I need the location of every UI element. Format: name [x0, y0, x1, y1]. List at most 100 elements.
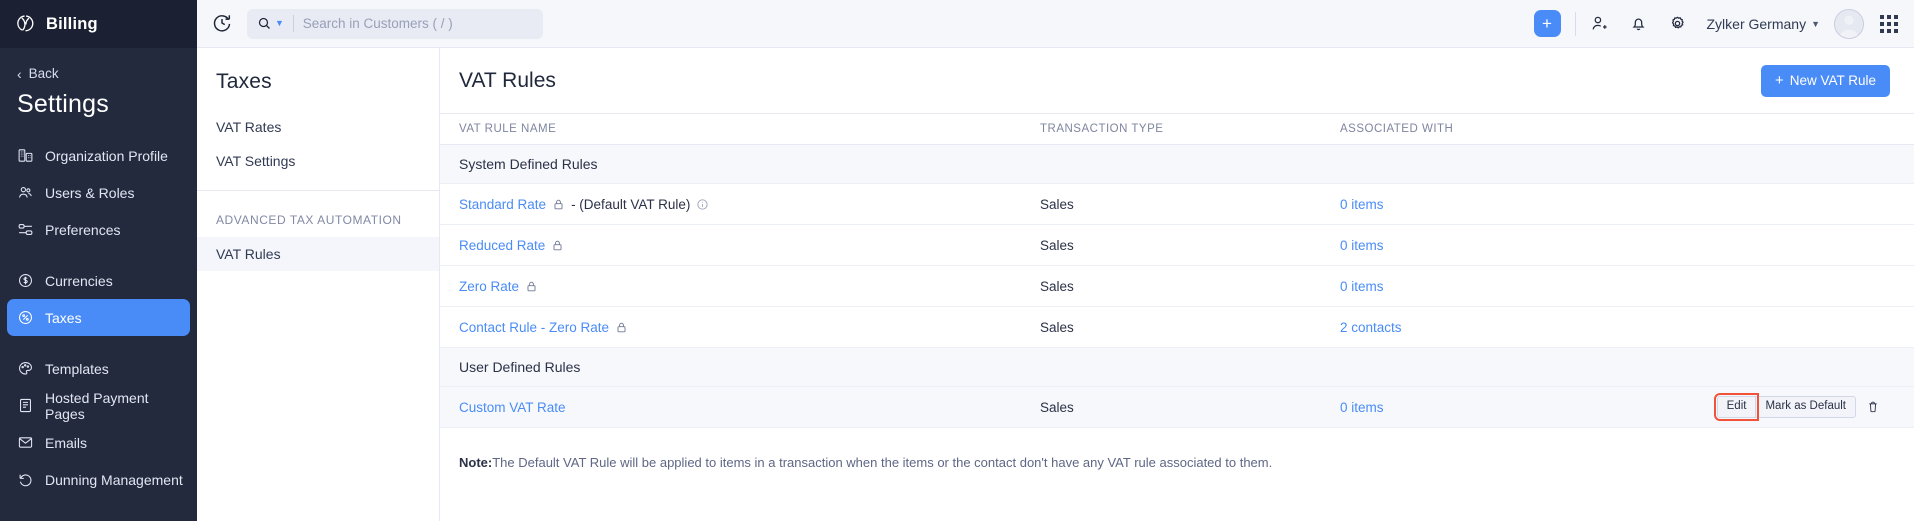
back-button[interactable]: ‹ Back: [0, 48, 197, 81]
note-text: The Default VAT Rule will be applied to …: [492, 455, 1273, 470]
subnav-item-vat-settings[interactable]: VAT Settings: [197, 144, 439, 178]
cell-transaction-type: Sales: [1040, 183, 1340, 225]
note-prefix: Note:: [459, 455, 493, 470]
subnav-item-vat-rates[interactable]: VAT Rates: [197, 110, 439, 144]
topbar: ▼ +: [197, 0, 1914, 48]
chevron-left-icon: ‹: [17, 65, 22, 82]
table-row[interactable]: Standard Rate - (Default VAT Rule) Sales…: [440, 183, 1914, 225]
col-associated-with: ASSOCIATED WITH: [1340, 113, 1660, 145]
bell-icon[interactable]: [1629, 14, 1648, 33]
sidebar-item-currencies[interactable]: Currencies: [7, 262, 190, 299]
sidebar-nav: Organization Profile Users & Roles Prefe…: [0, 119, 197, 498]
sidebar-item-users-roles[interactable]: Users & Roles: [7, 174, 190, 211]
rule-name-link[interactable]: Reduced Rate: [459, 238, 545, 253]
table-row[interactable]: Reduced Rate Sales 0 items: [440, 224, 1914, 266]
cell-associated-with: 0 items: [1340, 183, 1660, 225]
gear-icon[interactable]: [1668, 14, 1687, 33]
avatar[interactable]: [1834, 8, 1864, 39]
user-add-icon[interactable]: [1590, 14, 1609, 33]
sidebar-item-label: Templates: [45, 360, 109, 377]
associated-with-link[interactable]: 2 contacts: [1340, 320, 1402, 335]
cell-actions: [1660, 224, 1914, 266]
rule-name-link[interactable]: Custom VAT Rate: [459, 400, 566, 415]
table-note: Note:The Default VAT Rule will be applie…: [440, 428, 1914, 472]
new-vat-rule-label: New VAT Rule: [1789, 73, 1876, 88]
cell-transaction-type: Sales: [1040, 306, 1340, 348]
topbar-divider: [1574, 11, 1576, 36]
rule-name-link[interactable]: Contact Rule - Zero Rate: [459, 320, 609, 335]
sidebar-item-label: Currencies: [45, 272, 113, 289]
mark-as-default-button[interactable]: Mark as Default: [1756, 396, 1856, 418]
new-vat-rule-button[interactable]: + New VAT Rule: [1760, 64, 1890, 97]
percent-circle-icon: [17, 309, 34, 326]
subnav-item-label: VAT Settings: [216, 153, 296, 169]
cell-transaction-type: Sales: [1040, 224, 1340, 266]
right-pane: ▼ +: [197, 0, 1914, 521]
sidebar-item-templates[interactable]: Templates: [7, 350, 190, 387]
sidebar-section-title: Settings: [17, 90, 109, 118]
main-content: VAT Rules + New VAT Rule VAT RULE NAME T…: [440, 48, 1914, 521]
associated-with-link[interactable]: 0 items: [1340, 400, 1384, 415]
subnav-group-label: ADVANCED TAX AUTOMATION: [216, 213, 402, 227]
col-vat-rule-name: VAT RULE NAME: [440, 113, 1040, 145]
lock-icon: [525, 280, 538, 293]
cell-actions: [1660, 265, 1914, 307]
chevron-down-icon: ▼: [1811, 18, 1820, 29]
clock-refresh-icon[interactable]: [211, 12, 235, 36]
palette-icon: [17, 360, 34, 377]
cell-rule-name: Zero Rate: [440, 265, 1040, 307]
building-icon: [17, 147, 34, 164]
grid-apps-icon[interactable]: [1880, 14, 1898, 33]
content-body: Taxes VAT Rates VAT Settings ADVANCED TA…: [197, 48, 1914, 521]
trash-icon[interactable]: [1866, 400, 1880, 414]
info-icon[interactable]: [696, 198, 709, 211]
chevron-down-icon[interactable]: ▼: [275, 19, 284, 28]
table-header-row: VAT RULE NAME TRANSACTION TYPE ASSOCIATE…: [440, 113, 1914, 145]
associated-with-link[interactable]: 0 items: [1340, 197, 1384, 212]
table-row[interactable]: Custom VAT Rate Sales 0 items Edit Mark: [440, 386, 1914, 428]
lock-icon: [551, 239, 564, 252]
sidebar-item-preferences[interactable]: Preferences: [7, 211, 190, 248]
sliders-icon: [17, 221, 34, 238]
cell-transaction-type: Sales: [1040, 265, 1340, 307]
col-transaction-type: TRANSACTION TYPE: [1040, 113, 1340, 145]
main-header: VAT Rules + New VAT Rule: [440, 48, 1914, 113]
billing-logo-icon: [14, 13, 37, 36]
org-switcher[interactable]: Zylker Germany ▼: [1707, 16, 1821, 32]
sidebar-item-taxes[interactable]: Taxes: [7, 299, 190, 336]
cell-transaction-type: Sales: [1040, 386, 1340, 428]
quick-create-button[interactable]: +: [1533, 10, 1561, 37]
sidebar-item-dunning-management[interactable]: Dunning Management: [7, 461, 190, 498]
taxes-subnav: Taxes VAT Rates VAT Settings ADVANCED TA…: [197, 48, 440, 521]
row-actions: Edit Mark as Default: [1660, 393, 1904, 421]
cell-actions: Edit Mark as Default: [1660, 386, 1914, 428]
associated-with-link[interactable]: 0 items: [1340, 238, 1384, 253]
edit-button[interactable]: Edit: [1713, 393, 1760, 421]
search-box[interactable]: ▼: [247, 8, 543, 39]
subnav-item-label: VAT Rates: [216, 119, 282, 135]
sidebar-item-hosted-payment-pages[interactable]: Hosted Payment Pages: [7, 387, 190, 424]
cell-associated-with: 0 items: [1340, 386, 1660, 428]
plus-icon: +: [1774, 72, 1784, 89]
users-icon: [17, 184, 34, 201]
lock-icon: [615, 321, 628, 334]
rule-name-link[interactable]: Standard Rate: [459, 197, 546, 212]
subnav-item-vat-rules[interactable]: VAT Rules: [197, 237, 439, 271]
sidebar-item-label: Emails: [45, 434, 88, 451]
sidebar-item-emails[interactable]: Emails: [7, 424, 190, 461]
brand-header[interactable]: Billing: [0, 0, 197, 48]
group-label: User Defined Rules: [440, 347, 1914, 387]
associated-with-link[interactable]: 0 items: [1340, 279, 1384, 294]
page-icon: [17, 397, 34, 414]
table-row[interactable]: Contact Rule - Zero Rate Sales 2 contact…: [440, 306, 1914, 348]
vat-rules-table: VAT RULE NAME TRANSACTION TYPE ASSOCIATE…: [440, 113, 1914, 428]
sidebar-item-organization-profile[interactable]: Organization Profile: [7, 137, 190, 174]
sidebar-item-label: Users & Roles: [45, 184, 135, 201]
table-group-row: System Defined Rules: [440, 144, 1914, 184]
rule-name-link[interactable]: Zero Rate: [459, 279, 519, 294]
subnav-list: VAT Rates VAT Settings: [197, 94, 439, 190]
table-row[interactable]: Zero Rate Sales 0 items: [440, 265, 1914, 307]
table-head: VAT RULE NAME TRANSACTION TYPE ASSOCIATE…: [440, 113, 1914, 145]
search-input[interactable]: [302, 16, 533, 31]
cell-associated-with: 0 items: [1340, 224, 1660, 266]
